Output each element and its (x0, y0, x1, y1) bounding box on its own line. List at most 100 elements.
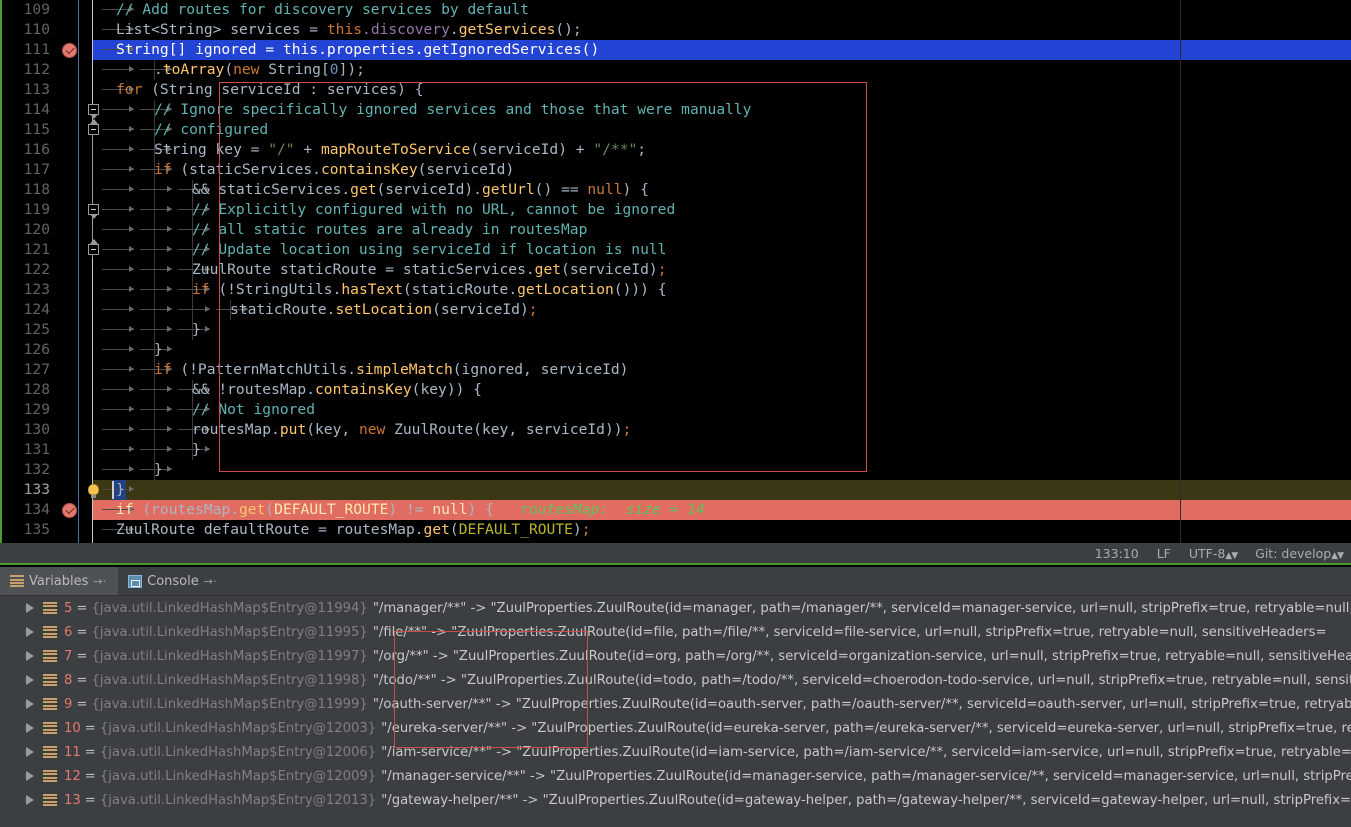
variable-row[interactable]: 9 = {java.util.LinkedHashMap$Entry@11999} "… (0, 692, 1351, 716)
code-line[interactable]: 123 if (!StringUtils.hasText(staticRoute.… (2, 280, 1351, 300)
breakpoint-icon[interactable] (61, 503, 77, 518)
variable-row[interactable]: 10 = {java.util.LinkedHashMap$Entry@12003}… (0, 716, 1351, 740)
code-text[interactable]: && staticServices.get(serviceId).getUrl(… (192, 180, 649, 200)
fold-region-end-icon[interactable] (87, 239, 99, 255)
expand-triangle-icon[interactable] (26, 603, 34, 613)
code-line[interactable]: 119 // Explicitly configured with no URL,… (2, 200, 1351, 220)
code-text[interactable]: .toArray(new String[0]); (154, 60, 365, 80)
gutter-marker-column[interactable] (56, 0, 82, 20)
code-text[interactable]: // Add routes for discovery services by … (116, 0, 529, 20)
fold-column[interactable] (84, 500, 102, 520)
fold-column[interactable] (84, 520, 102, 540)
code-line[interactable]: 120 // all static routes are already in r… (2, 220, 1351, 240)
gutter-marker-column[interactable] (56, 400, 82, 420)
code-text[interactable]: String[] ignored = this.properties.getIg… (116, 40, 599, 60)
fold-column[interactable] (84, 200, 102, 220)
gutter-marker-column[interactable] (56, 460, 82, 480)
gutter-marker-column[interactable] (56, 120, 82, 140)
code-line[interactable]: 132} (2, 460, 1351, 480)
fold-column[interactable] (84, 340, 102, 360)
code-line[interactable]: 112 .toArray(new String[0]); (2, 60, 1351, 80)
variable-row[interactable]: 6 = {java.util.LinkedHashMap$Entry@11995} "… (0, 620, 1351, 644)
code-line[interactable]: 126} (2, 340, 1351, 360)
code-text[interactable]: // Update location using serviceId if lo… (192, 240, 666, 260)
code-line[interactable]: 114 // Ignore specifically ignored servic… (2, 100, 1351, 120)
gutter-marker-column[interactable] (56, 360, 82, 380)
fold-column[interactable] (84, 360, 102, 380)
fold-column[interactable] (84, 100, 102, 120)
code-line[interactable]: 131} (2, 440, 1351, 460)
code-line[interactable]: 111 String[] ignored = this.properties.ge… (2, 40, 1351, 60)
gutter-marker-column[interactable] (56, 320, 82, 340)
expand-triangle-icon[interactable] (26, 723, 34, 733)
gutter-marker-column[interactable] (56, 200, 82, 220)
code-line[interactable]: 129 // Not ignored (2, 400, 1351, 420)
code-text[interactable]: // configured (154, 120, 268, 140)
expand-triangle-icon[interactable] (26, 651, 34, 661)
code-editor-pane[interactable]: 109 // Add routes for discovery services … (0, 0, 1351, 543)
code-text[interactable]: } (192, 440, 201, 460)
variable-row[interactable]: 13 = {java.util.LinkedHashMap$Entry@12013}… (0, 788, 1351, 812)
expand-triangle-icon[interactable] (26, 771, 34, 781)
gutter-marker-column[interactable] (56, 260, 82, 280)
fold-column[interactable] (84, 220, 102, 240)
fold-column[interactable] (84, 380, 102, 400)
variable-row[interactable]: 7 = {java.util.LinkedHashMap$Entry@11997} "… (0, 644, 1351, 668)
caret-position[interactable]: 133:10 (1095, 546, 1139, 561)
variables-tree[interactable]: 5 = {java.util.LinkedHashMap$Entry@11994} "… (0, 596, 1351, 827)
code-text[interactable]: && !routesMap.containsKey(key)) { (192, 380, 482, 400)
fold-column[interactable] (84, 400, 102, 420)
fold-column[interactable] (84, 420, 102, 440)
code-line[interactable]: 109 // Add routes for discovery services … (2, 0, 1351, 20)
code-line[interactable]: 117 if (staticServices.containsKey(servic… (2, 160, 1351, 180)
fold-column[interactable] (84, 119, 102, 140)
gutter-marker-column[interactable] (56, 500, 82, 520)
fold-column[interactable] (84, 460, 102, 480)
tab-detach-icon[interactable]: →· (93, 575, 106, 588)
expand-triangle-icon[interactable] (26, 699, 34, 709)
code-line[interactable]: 118 && staticServices.get(serviceId).getU… (2, 180, 1351, 200)
code-line[interactable]: 125} (2, 320, 1351, 340)
code-text[interactable]: List<String> services = this.discovery.g… (116, 20, 582, 40)
expand-triangle-icon[interactable] (26, 627, 34, 637)
line-separator[interactable]: LF (1157, 546, 1171, 561)
code-line[interactable]: 116 String key = "/" + mapRouteToService(… (2, 140, 1351, 160)
fold-column[interactable] (84, 0, 102, 20)
code-line[interactable]: 133} (2, 480, 1351, 500)
code-line[interactable]: 130 routesMap.put(key, new ZuulRoute(key,… (2, 420, 1351, 440)
code-line[interactable]: 115 // configured (2, 119, 1351, 140)
code-text[interactable]: for (String serviceId : services) { (116, 80, 424, 100)
gutter-marker-column[interactable] (56, 40, 82, 60)
tab-console[interactable]: Console →· (118, 567, 228, 595)
gutter-marker-column[interactable] (56, 60, 82, 80)
breakpoint-icon[interactable] (61, 43, 77, 58)
gutter-marker-column[interactable] (56, 140, 82, 160)
gutter-marker-column[interactable] (56, 240, 82, 260)
code-text[interactable]: } (116, 480, 125, 500)
code-text[interactable]: } (154, 460, 163, 480)
code-text[interactable]: // all static routes are already in rout… (192, 220, 587, 240)
code-line[interactable]: 110 List<String> services = this.discover… (2, 20, 1351, 40)
code-area[interactable]: 109 // Add routes for discovery services … (2, 0, 1351, 543)
variable-row[interactable]: 11 = {java.util.LinkedHashMap$Entry@12006}… (0, 740, 1351, 764)
code-line[interactable]: 128 && !routesMap.containsKey(key)) { (2, 380, 1351, 400)
variable-row[interactable]: 5 = {java.util.LinkedHashMap$Entry@11994} "… (0, 596, 1351, 620)
fold-region-start-icon[interactable] (87, 104, 99, 119)
fold-region-end-icon[interactable] (87, 119, 99, 135)
code-line[interactable]: 113 for (String serviceId : services) { (2, 80, 1351, 100)
code-text[interactable]: if (routesMap.get(DEFAULT_ROUTE) != null… (116, 500, 705, 520)
expand-triangle-icon[interactable] (26, 795, 34, 805)
code-line[interactable]: 127 if (!PatternMatchUtils.simpleMatch(ig… (2, 360, 1351, 380)
code-line[interactable]: 134 if (routesMap.get(DEFAULT_ROUTE) != n… (2, 500, 1351, 520)
gutter-marker-column[interactable] (56, 180, 82, 200)
code-text[interactable]: if (staticServices.containsKey(serviceId… (154, 160, 514, 180)
gutter-marker-column[interactable] (56, 480, 82, 500)
fold-column[interactable] (84, 440, 102, 460)
fold-column[interactable] (84, 300, 102, 320)
code-text[interactable]: // Explicitly configured with no URL, ca… (192, 200, 675, 220)
code-line[interactable]: 121 // Update location using serviceId if… (2, 239, 1351, 260)
gutter-marker-column[interactable] (56, 380, 82, 400)
gutter-marker-column[interactable] (56, 160, 82, 180)
code-lines[interactable]: 109 // Add routes for discovery services … (2, 0, 1351, 540)
code-text[interactable]: ZuulRoute defaultRoute = routesMap.get(D… (116, 520, 591, 540)
